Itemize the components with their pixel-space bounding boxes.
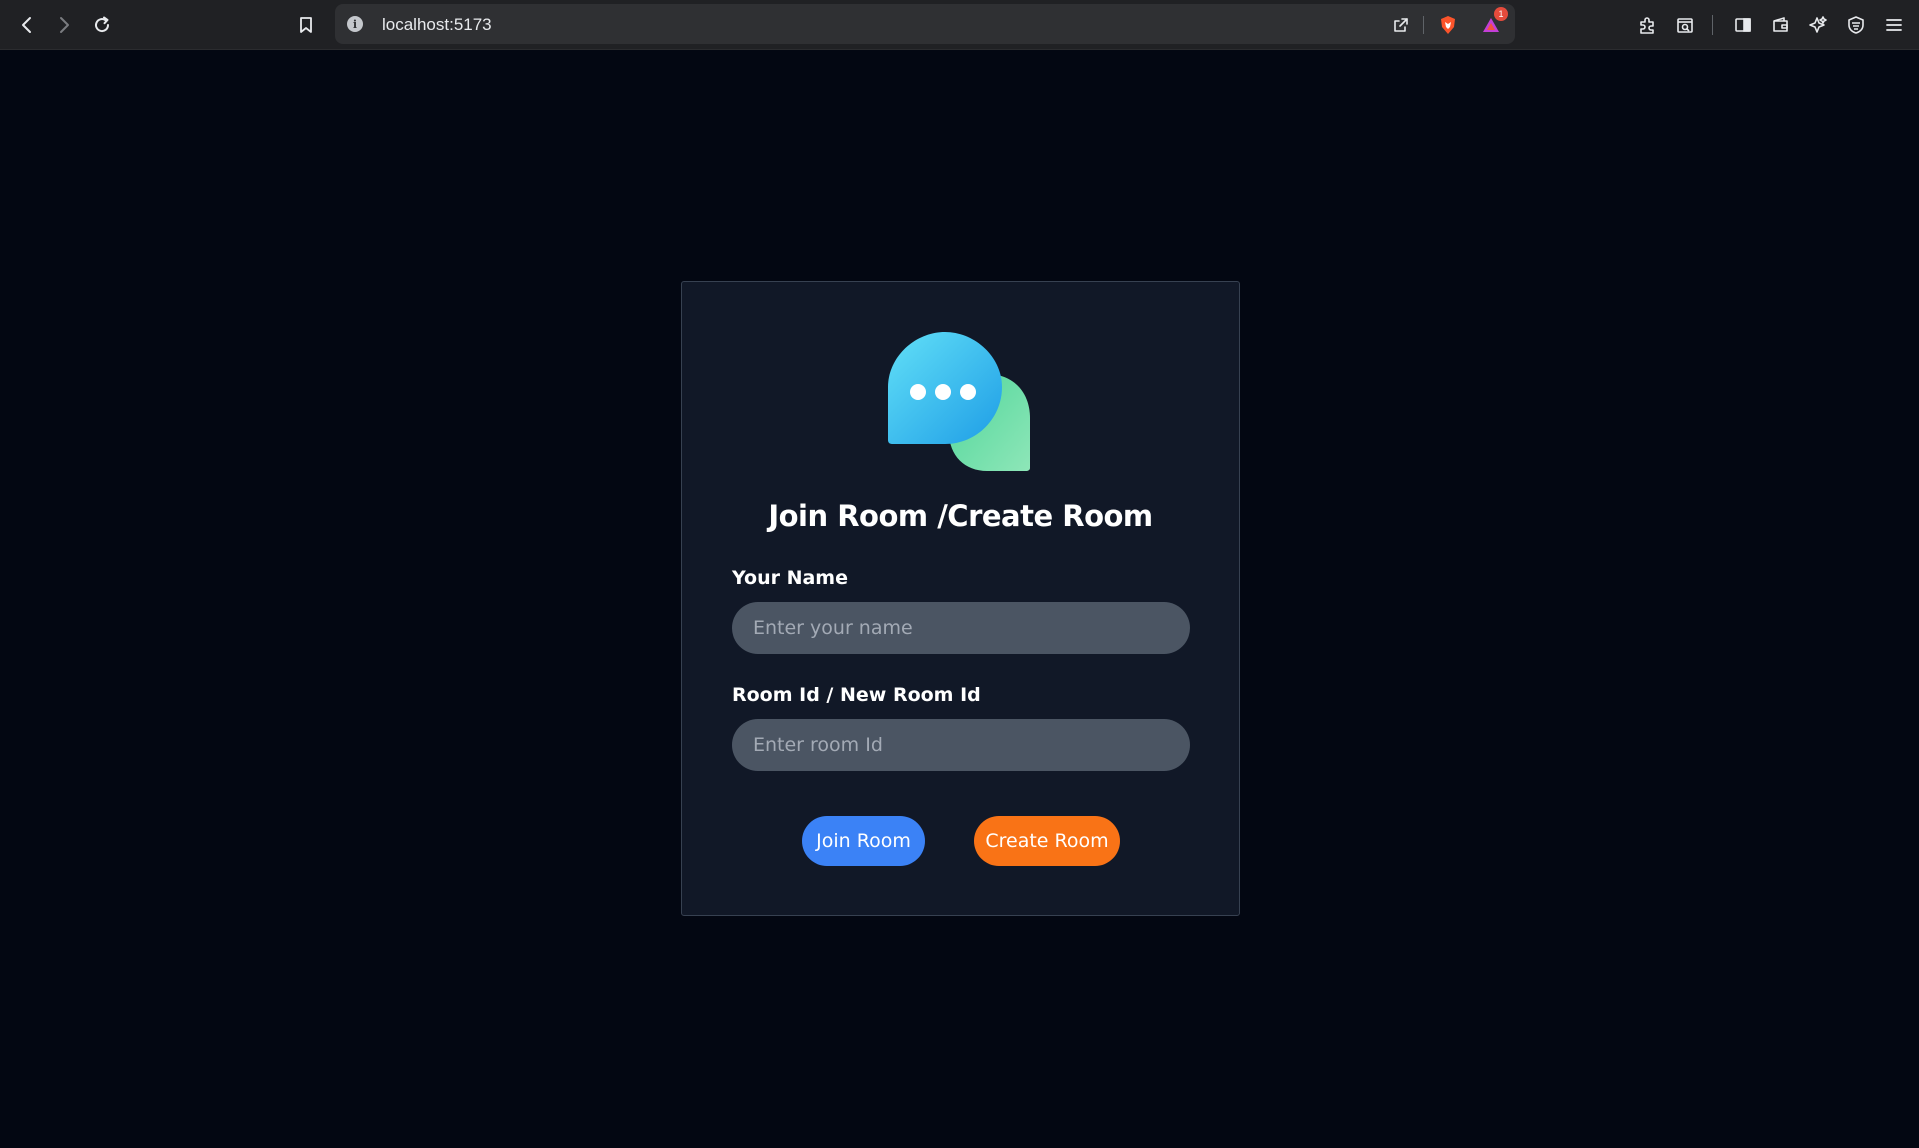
room-id-label: Room Id / New Room Id [732, 684, 981, 706]
room-card: Join Room /Create Room Your Name Room Id… [681, 281, 1240, 916]
omnibox-divider [1423, 16, 1424, 34]
address-bar[interactable]: i localhost:5173 1 [335, 4, 1515, 44]
brave-shields-icon[interactable] [1437, 14, 1459, 36]
site-info-icon[interactable]: i [347, 16, 363, 32]
sidebar-icon[interactable] [1731, 13, 1755, 37]
name-label: Your Name [732, 567, 848, 589]
name-input[interactable] [732, 602, 1190, 654]
forward-icon[interactable] [49, 10, 79, 40]
wallet-icon[interactable] [1769, 13, 1793, 37]
leo-ai-icon[interactable] [1806, 13, 1830, 37]
page-search-icon[interactable] [1673, 13, 1697, 37]
reload-icon[interactable] [87, 10, 117, 40]
chat-bubbles-icon [887, 332, 1032, 472]
toolbar-divider [1712, 15, 1713, 35]
menu-icon[interactable] [1882, 13, 1906, 37]
extensions-icon[interactable] [1635, 13, 1659, 37]
bookmark-icon[interactable] [291, 10, 321, 40]
join-room-button[interactable]: Join Room [802, 816, 925, 866]
share-icon[interactable] [1390, 14, 1412, 36]
vpn-icon[interactable] [1844, 13, 1868, 37]
url-text[interactable]: localhost:5173 [382, 15, 492, 35]
browser-toolbar: i localhost:5173 1 [0, 0, 1919, 50]
create-room-button[interactable]: Create Room [974, 816, 1120, 866]
brave-rewards-icon[interactable]: 1 [1480, 7, 1508, 36]
page-title: Join Room /Create Room [768, 499, 1153, 533]
room-id-input[interactable] [732, 719, 1190, 771]
back-icon[interactable] [12, 10, 42, 40]
rewards-badge: 1 [1494, 7, 1508, 21]
